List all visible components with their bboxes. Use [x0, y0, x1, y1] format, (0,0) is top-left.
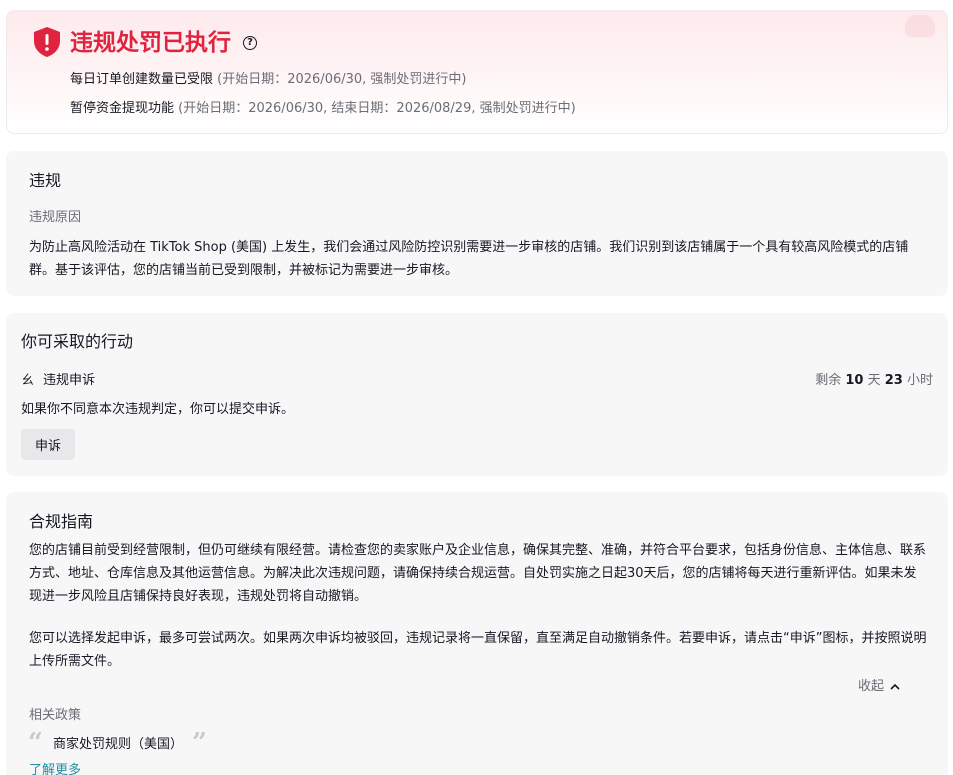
remaining-prefix: 剩余 [815, 373, 842, 388]
decorative-shape [905, 15, 935, 37]
remaining-days-unit: 天 [867, 373, 881, 388]
actions-title: 你可采取的行动 [21, 332, 134, 351]
remaining-hours-unit: 小时 [906, 373, 933, 388]
shield-alert-icon [34, 27, 60, 57]
penalty-item-detail: (开始日期：2026/06/30, 结束日期：2026/08/29, 强制处罚进… [178, 101, 576, 116]
compliance-guide-section: 合规指南 您的店铺目前受到经营限制，但仍可继续有限经营。请检查您的卖家账户及企业… [6, 492, 948, 775]
help-icon[interactable]: ? [243, 36, 257, 50]
remaining-days: 10 [845, 373, 864, 388]
collapse-toggle[interactable]: 收起 [858, 678, 900, 696]
violation-title: 违规 [29, 171, 62, 190]
penalty-item-text: 暂停资金提现功能 [70, 101, 175, 116]
learn-more-link[interactable]: 了解更多 [29, 762, 81, 775]
violation-reason-text: 为防止高风险活动在 TikTok Shop (美国) 上发生，我们会通过风险防控… [29, 240, 909, 278]
violation-section: 违规 违规原因 为防止高风险活动在 TikTok Shop (美国) 上发生，我… [6, 151, 948, 296]
related-policy-label: 相关政策 [29, 708, 82, 723]
penalty-item: 每日订单创建数量已受限 (开始日期：2026/06/30, 强制处罚进行中) [70, 70, 467, 90]
banner-title: 违规处罚已执行 [70, 30, 231, 56]
violation-reason-label: 违规原因 [29, 210, 82, 225]
penalty-item-detail: (开始日期：2026/06/30, 强制处罚进行中) [217, 72, 467, 87]
chevron-up-icon [890, 683, 900, 690]
guide-paragraph: 您可以选择发起申诉，最多可尝试两次。如果两次申诉均被驳回，违规记录将一直保留，直… [29, 631, 927, 669]
guide-title: 合规指南 [29, 512, 94, 531]
penalty-item: 暂停资金提现功能 (开始日期：2026/06/30, 结束日期：2026/08/… [70, 99, 576, 119]
collapse-label: 收起 [857, 679, 884, 694]
appeal-button[interactable]: 申诉 [21, 429, 76, 460]
remaining-time: 剩余 10 天 23 小时 [815, 372, 933, 390]
penalty-item-text: 每日订单创建数量已受限 [70, 72, 214, 87]
penalty-banner: 违规处罚已执行 ? 每日订单创建数量已受限 (开始日期：2026/06/30, … [6, 10, 948, 134]
open-quote-icon: “ [28, 728, 43, 758]
appeal-label: 违规申诉 [43, 373, 96, 388]
appeal-description: 如果你不同意本次违规判定，你可以提交申诉。 [21, 402, 295, 417]
close-quote-icon: ” [192, 728, 207, 758]
policy-link[interactable]: 商家处罚规则（美国） [53, 736, 183, 754]
appeal-icon: ㄠ [21, 373, 35, 388]
remaining-hours: 23 [884, 373, 903, 388]
actions-section: 你可采取的行动 ㄠ 违规申诉 剩余 10 天 23 小时 如果你不同意本次违规判… [6, 313, 948, 476]
guide-paragraph: 您的店铺目前受到经营限制，但仍可继续有限经营。请检查您的卖家账户及企业信息，确保… [29, 543, 927, 604]
